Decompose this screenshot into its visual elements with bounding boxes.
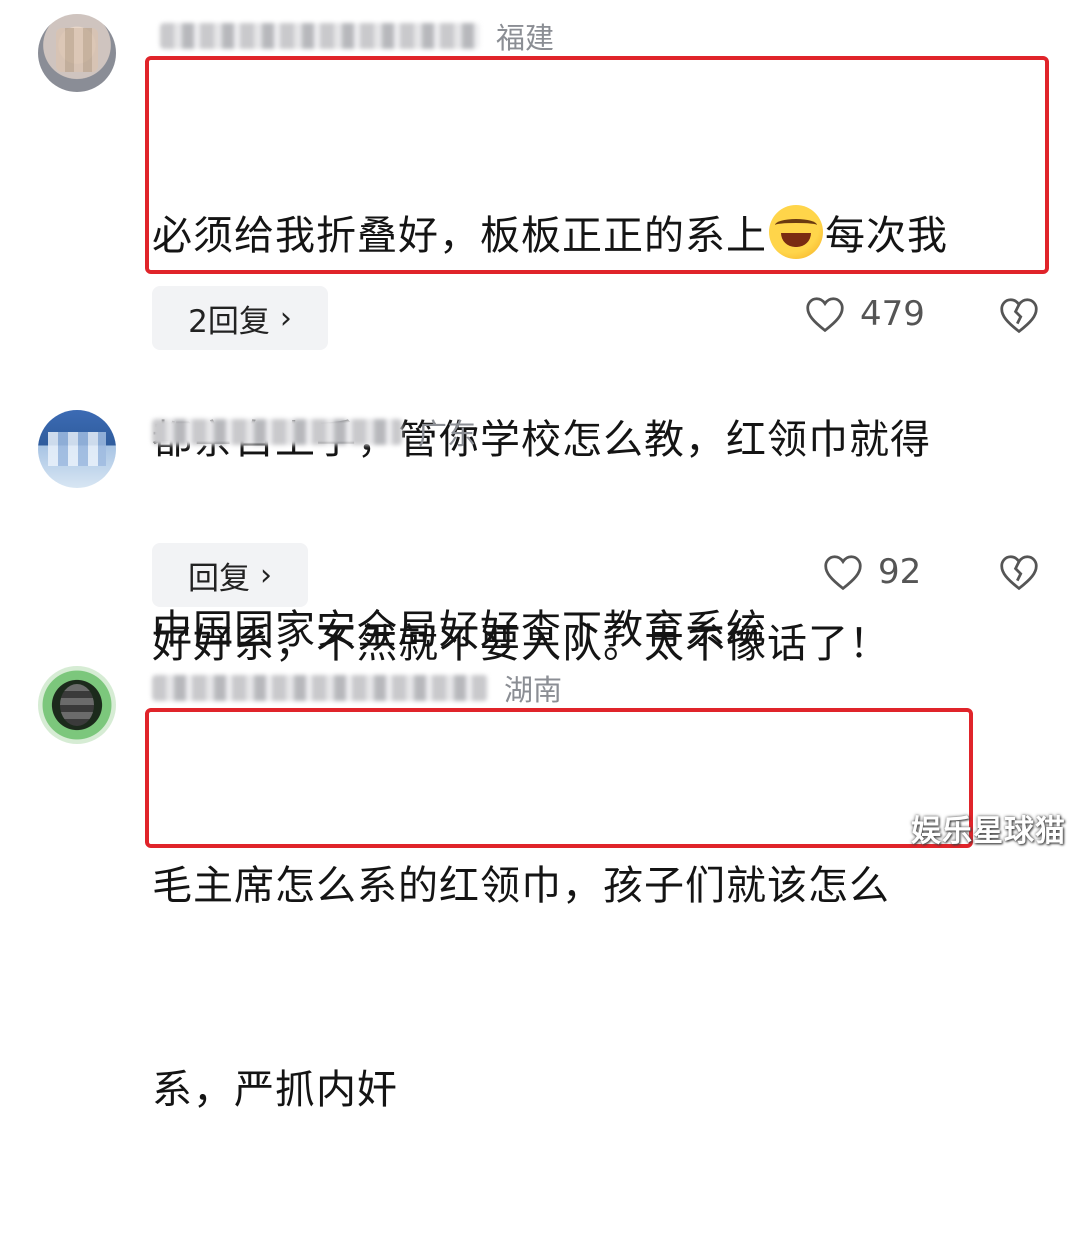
comment-meta: 湖南 bbox=[152, 668, 562, 708]
heart-outline-icon bbox=[824, 555, 862, 591]
like-count: 92 bbox=[878, 552, 922, 592]
like-button[interactable]: 92 bbox=[822, 552, 921, 592]
user-avatar-icon[interactable] bbox=[38, 666, 116, 744]
comment-line: 系，严抓内奸 bbox=[152, 1067, 398, 1113]
broken-heart-icon bbox=[1000, 298, 1038, 334]
laughing-crying-emoji-icon bbox=[769, 205, 823, 259]
watermark: 娱乐星球猫 bbox=[911, 814, 1066, 849]
like-count: 479 bbox=[860, 294, 925, 334]
comment-line: 必须给我折叠好，板板正正的系上 bbox=[152, 213, 767, 259]
broken-heart-icon bbox=[1000, 555, 1038, 591]
user-avatar-icon[interactable] bbox=[38, 410, 116, 488]
reply-label: 2回复 bbox=[188, 303, 270, 340]
like-button[interactable]: 479 bbox=[804, 294, 925, 334]
comment-line: 每次我 bbox=[825, 213, 948, 259]
reply-button[interactable]: 回复 › bbox=[152, 543, 308, 607]
blurred-username[interactable] bbox=[152, 419, 402, 445]
heart-outline-icon bbox=[806, 297, 844, 333]
dislike-button[interactable] bbox=[998, 553, 1040, 595]
dislike-button[interactable] bbox=[998, 296, 1040, 338]
user-avatar-icon[interactable] bbox=[38, 14, 116, 92]
blurred-username[interactable] bbox=[160, 23, 480, 49]
reply-button[interactable]: 2回复 › bbox=[152, 286, 328, 350]
comment-meta: 广东 bbox=[152, 412, 476, 452]
region-label: 福建 bbox=[496, 21, 555, 55]
reply-label: 回复 bbox=[188, 560, 250, 597]
region-label: 广东 bbox=[418, 417, 477, 451]
blurred-username[interactable] bbox=[152, 675, 488, 701]
chevron-right-icon: › bbox=[279, 300, 292, 336]
chevron-right-icon: › bbox=[260, 557, 272, 593]
comment-line: 毛主席怎么系的红领巾，孩子们就该怎么 bbox=[152, 863, 890, 909]
region-label: 湖南 bbox=[504, 673, 563, 707]
comment-text: 毛主席怎么系的红领巾，孩子们就该怎么 系，严抓内奸 bbox=[152, 716, 968, 1260]
comment-meta: 福建 bbox=[160, 16, 554, 56]
